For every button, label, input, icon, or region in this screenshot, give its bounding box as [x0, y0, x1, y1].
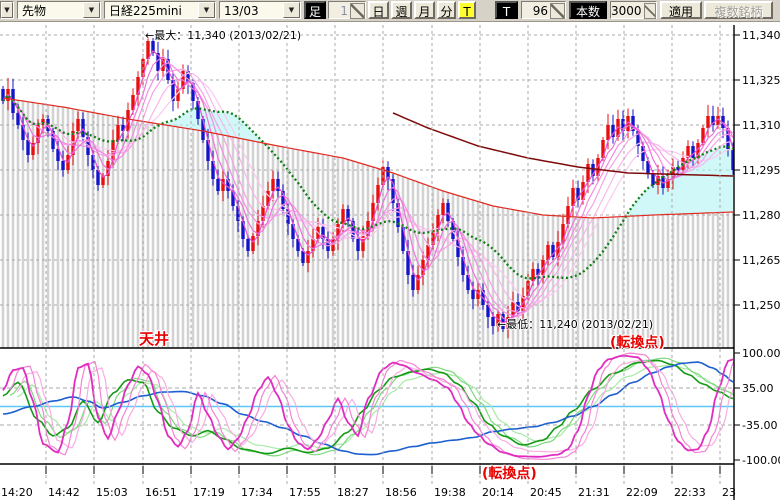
svg-text:-100.00: -100.00 [742, 454, 780, 467]
tick-toggle-button[interactable]: T [458, 1, 476, 19]
period-week-button[interactable]: 週 [391, 1, 412, 19]
chart-area: 11,340 11,325 11,310 11,295 11,280 11,265 11,2… [0, 0, 780, 500]
svg-text:22:33: 22:33 [674, 486, 706, 499]
bar-count-spinner[interactable]: 3000 [610, 1, 657, 19]
multi-symbol-button[interactable]: 複数銘柄 [704, 1, 773, 19]
svg-text:17:34: 17:34 [241, 486, 273, 499]
instrument-type-select[interactable]: 先物 ▼ [17, 1, 101, 19]
svg-text:18:27: 18:27 [337, 486, 369, 499]
period-minute-button[interactable]: 分 [437, 1, 456, 19]
svg-text:20:45: 20:45 [530, 486, 562, 499]
svg-text:-35.00: -35.00 [742, 419, 777, 432]
svg-text:11,280: 11,280 [742, 209, 780, 222]
instrument-type-value: 先物 [18, 2, 83, 18]
tick-count-value: 96 [522, 2, 550, 18]
svg-text:11,325: 11,325 [742, 74, 780, 87]
toolbar: ▼ 先物 ▼ 日経225mini ▼ 13/03 ▼ 足 1 日 週 月 分 T… [0, 0, 780, 22]
contract-month-select[interactable]: 13/03 ▼ [219, 1, 301, 19]
instrument-value: 日経225mini [105, 2, 198, 18]
spinner-grip-icon[interactable] [350, 3, 365, 19]
svg-text:16:51: 16:51 [145, 486, 177, 499]
period-day-button[interactable]: 日 [368, 1, 389, 19]
tick-count-spinner[interactable]: 96 [521, 1, 566, 19]
svg-text:14:42: 14:42 [48, 486, 80, 499]
svg-text:21:31: 21:31 [578, 486, 610, 499]
svg-text:11,310: 11,310 [742, 119, 780, 132]
dropdown-arrow-icon[interactable]: ▼ [198, 2, 215, 18]
svg-text:11,295: 11,295 [742, 164, 780, 177]
svg-text:17:55: 17:55 [289, 486, 321, 499]
dropdown-arrow-icon[interactable]: ▼ [283, 2, 300, 18]
oscillator-panel[interactable] [0, 348, 734, 464]
svg-text:23: 23 [722, 486, 736, 499]
svg-text:19:38: 19:38 [434, 486, 466, 499]
apply-button[interactable]: 適用 [660, 1, 702, 19]
left-partial-combo[interactable]: ▼ [0, 1, 14, 19]
svg-text:11,340: 11,340 [742, 29, 780, 42]
interval-spinner[interactable]: 1 [328, 1, 366, 19]
svg-text:11,265: 11,265 [742, 254, 780, 267]
svg-text:20:14: 20:14 [482, 486, 514, 499]
tick-label-button[interactable]: T [495, 1, 518, 19]
svg-text:17:19: 17:19 [193, 486, 225, 499]
period-month-button[interactable]: 月 [414, 1, 435, 19]
bar-count-value: 3000 [611, 2, 644, 18]
instrument-select[interactable]: 日経225mini ▼ [104, 1, 216, 19]
dropdown-arrow-icon[interactable]: ▼ [83, 2, 100, 18]
svg-text:100.00: 100.00 [742, 347, 780, 360]
honsu-label: 本数 [569, 1, 607, 19]
svg-text:35.00: 35.00 [742, 382, 774, 395]
svg-text:14:20: 14:20 [1, 486, 33, 499]
ashi-button[interactable]: 足 [304, 1, 326, 19]
trading-chart-app: ▼ 先物 ▼ 日経225mini ▼ 13/03 ▼ 足 1 日 週 月 分 T… [0, 0, 780, 500]
spinner-grip-icon[interactable] [644, 3, 656, 19]
interval-value: 1 [329, 2, 350, 18]
svg-text:15:03: 15:03 [96, 486, 128, 499]
svg-text:18:56: 18:56 [385, 486, 417, 499]
svg-text:22:09: 22:09 [626, 486, 658, 499]
spinner-grip-icon[interactable] [550, 3, 565, 19]
candlestick-panel[interactable] [0, 25, 734, 348]
contract-month-value: 13/03 [220, 2, 283, 18]
dropdown-arrow-icon[interactable]: ▼ [1, 2, 13, 18]
svg-text:11,250: 11,250 [742, 299, 780, 312]
